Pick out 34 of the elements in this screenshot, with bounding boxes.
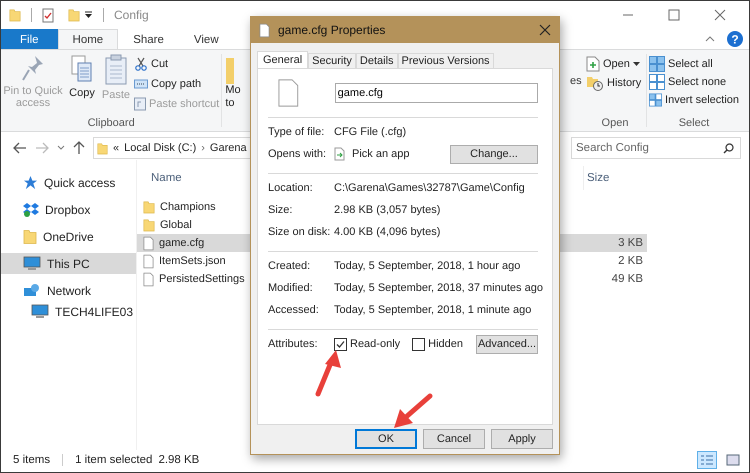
property-value: CFG File (.cfg)	[334, 126, 406, 138]
file-name: PersistedSettings	[159, 273, 245, 285]
file-name: ItemSets.json	[159, 255, 226, 267]
file-size: 3 KB	[617, 237, 644, 249]
property-label: Size:	[268, 204, 294, 216]
property-label: Opens with:	[268, 148, 328, 160]
group-label: Select	[678, 117, 710, 129]
selection-size: 2.98 KB	[158, 454, 200, 466]
property-value: Today, 5 September, 2018, 37 minutes ago	[334, 282, 543, 294]
property-value: 2.98 KB (3,057 bytes)	[334, 204, 440, 216]
property-label: Attributes:	[268, 338, 319, 350]
selection-info: 1 item selected	[75, 454, 152, 466]
property-label: Modified:	[268, 282, 314, 294]
property-label: Location:	[268, 182, 314, 194]
group-label: Open	[600, 117, 630, 129]
property-label: Size on disk:	[268, 226, 332, 238]
file-name: Global	[160, 219, 192, 231]
file-name: Champions	[160, 201, 216, 213]
property-value: Today, 5 September, 2018, 1 hour ago	[334, 260, 520, 272]
property-value: Pick an app	[352, 148, 410, 160]
group-label: Clipboard	[86, 117, 136, 129]
property-label: Created:	[268, 260, 312, 272]
ribbon-button-label: es	[570, 74, 583, 89]
dialog-title: game.cfg Properties	[278, 23, 386, 37]
property-value: 4.00 KB (4,096 bytes)	[334, 226, 440, 238]
file-size: 49 KB	[610, 273, 644, 285]
property-value: Today, 5 September, 2018, 1 minute ago	[334, 304, 532, 316]
property-label: Type of file:	[268, 126, 326, 138]
file-size: 2 KB	[617, 255, 644, 267]
property-value: C:\Garena\Games\32787\Game\Config	[334, 182, 525, 194]
item-count: 5 items	[13, 454, 50, 466]
file-name: game.cfg	[159, 237, 204, 249]
property-label: Accessed:	[268, 304, 320, 316]
window-title: Config	[114, 8, 149, 22]
